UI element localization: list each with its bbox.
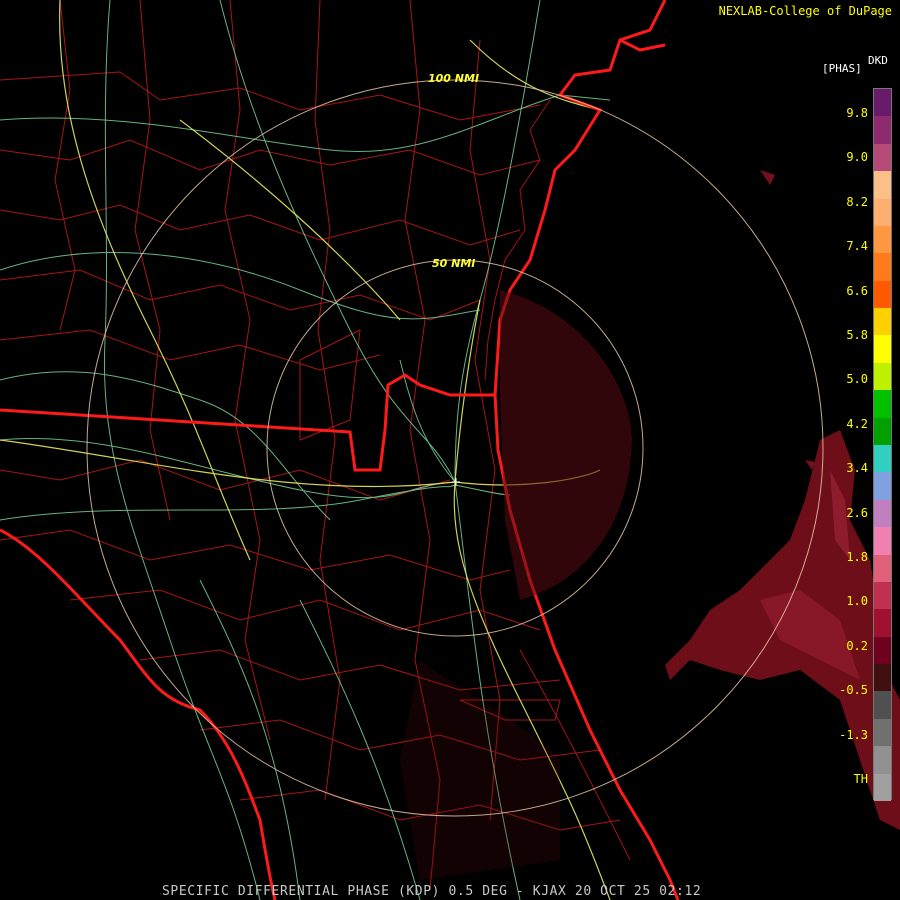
legend-color-swatch xyxy=(874,308,891,336)
ground-clutter xyxy=(400,290,632,880)
legend-color-swatch xyxy=(874,554,891,583)
product-unit: [PHAS] xyxy=(822,62,862,75)
range-ring-label-100: 100 NMI xyxy=(428,72,480,85)
color-legend-bar xyxy=(873,88,892,802)
legend-color-swatch xyxy=(874,362,891,391)
legend-color-swatch xyxy=(874,171,891,200)
legend-tick-label: 9.0 xyxy=(846,150,868,165)
legend-tick-label: 9.8 xyxy=(846,106,868,120)
product-code: DKD xyxy=(868,54,888,67)
legend-color-swatch xyxy=(874,664,891,692)
legend-color-swatch xyxy=(874,609,891,638)
legend-color-swatch xyxy=(874,280,891,309)
legend-tick-label: 4.2 xyxy=(846,416,868,431)
legend-color-swatch xyxy=(874,773,891,802)
legend-color-swatch xyxy=(874,335,891,364)
product-title: SPECIFIC DIFFERENTIAL PHASE (KDP) 0.5 DE… xyxy=(162,884,702,899)
legend-color-swatch xyxy=(874,691,891,720)
legend-color-swatch xyxy=(874,445,891,473)
legend-color-swatch xyxy=(874,225,891,254)
legend-tick-label: TH xyxy=(853,772,868,786)
legend-tick-label: 1.0 xyxy=(846,594,868,609)
legend-tick-label: 5.0 xyxy=(846,372,868,387)
legend-tick-label: -1.3 xyxy=(839,727,868,742)
legend-color-swatch xyxy=(874,581,891,610)
legend-color-swatch xyxy=(874,718,891,747)
legend-color-swatch xyxy=(874,636,891,665)
legend-color-swatch xyxy=(874,417,891,446)
radar-map xyxy=(0,0,900,900)
legend-color-swatch xyxy=(874,89,891,117)
legend-tick-label: 5.8 xyxy=(846,328,868,342)
range-ring-label-50: 50 NMI xyxy=(432,257,476,270)
legend-color-swatch xyxy=(874,198,891,227)
legend-color-swatch xyxy=(874,527,891,556)
legend-tick-label: -0.5 xyxy=(839,683,868,698)
legend-color-swatch xyxy=(874,116,891,145)
legend-color-swatch xyxy=(874,472,891,501)
legend-tick-label: 2.6 xyxy=(846,505,868,520)
legend-tick-label: 0.2 xyxy=(846,638,868,653)
legend-tick-label: 3.4 xyxy=(846,461,868,476)
legend-tick-label: 6.6 xyxy=(846,283,868,298)
legend-color-swatch xyxy=(874,143,891,172)
legend-color-swatch xyxy=(874,746,891,775)
legend-tick-label: 1.8 xyxy=(846,550,868,564)
legend-tick-label: 8.2 xyxy=(846,194,868,209)
legend-color-swatch xyxy=(874,253,891,282)
credit-text: NEXLAB-College of DuPage xyxy=(718,4,892,18)
legend-color-swatch xyxy=(874,390,891,419)
legend-color-swatch xyxy=(874,499,891,528)
legend-tick-label: 7.4 xyxy=(846,239,868,254)
